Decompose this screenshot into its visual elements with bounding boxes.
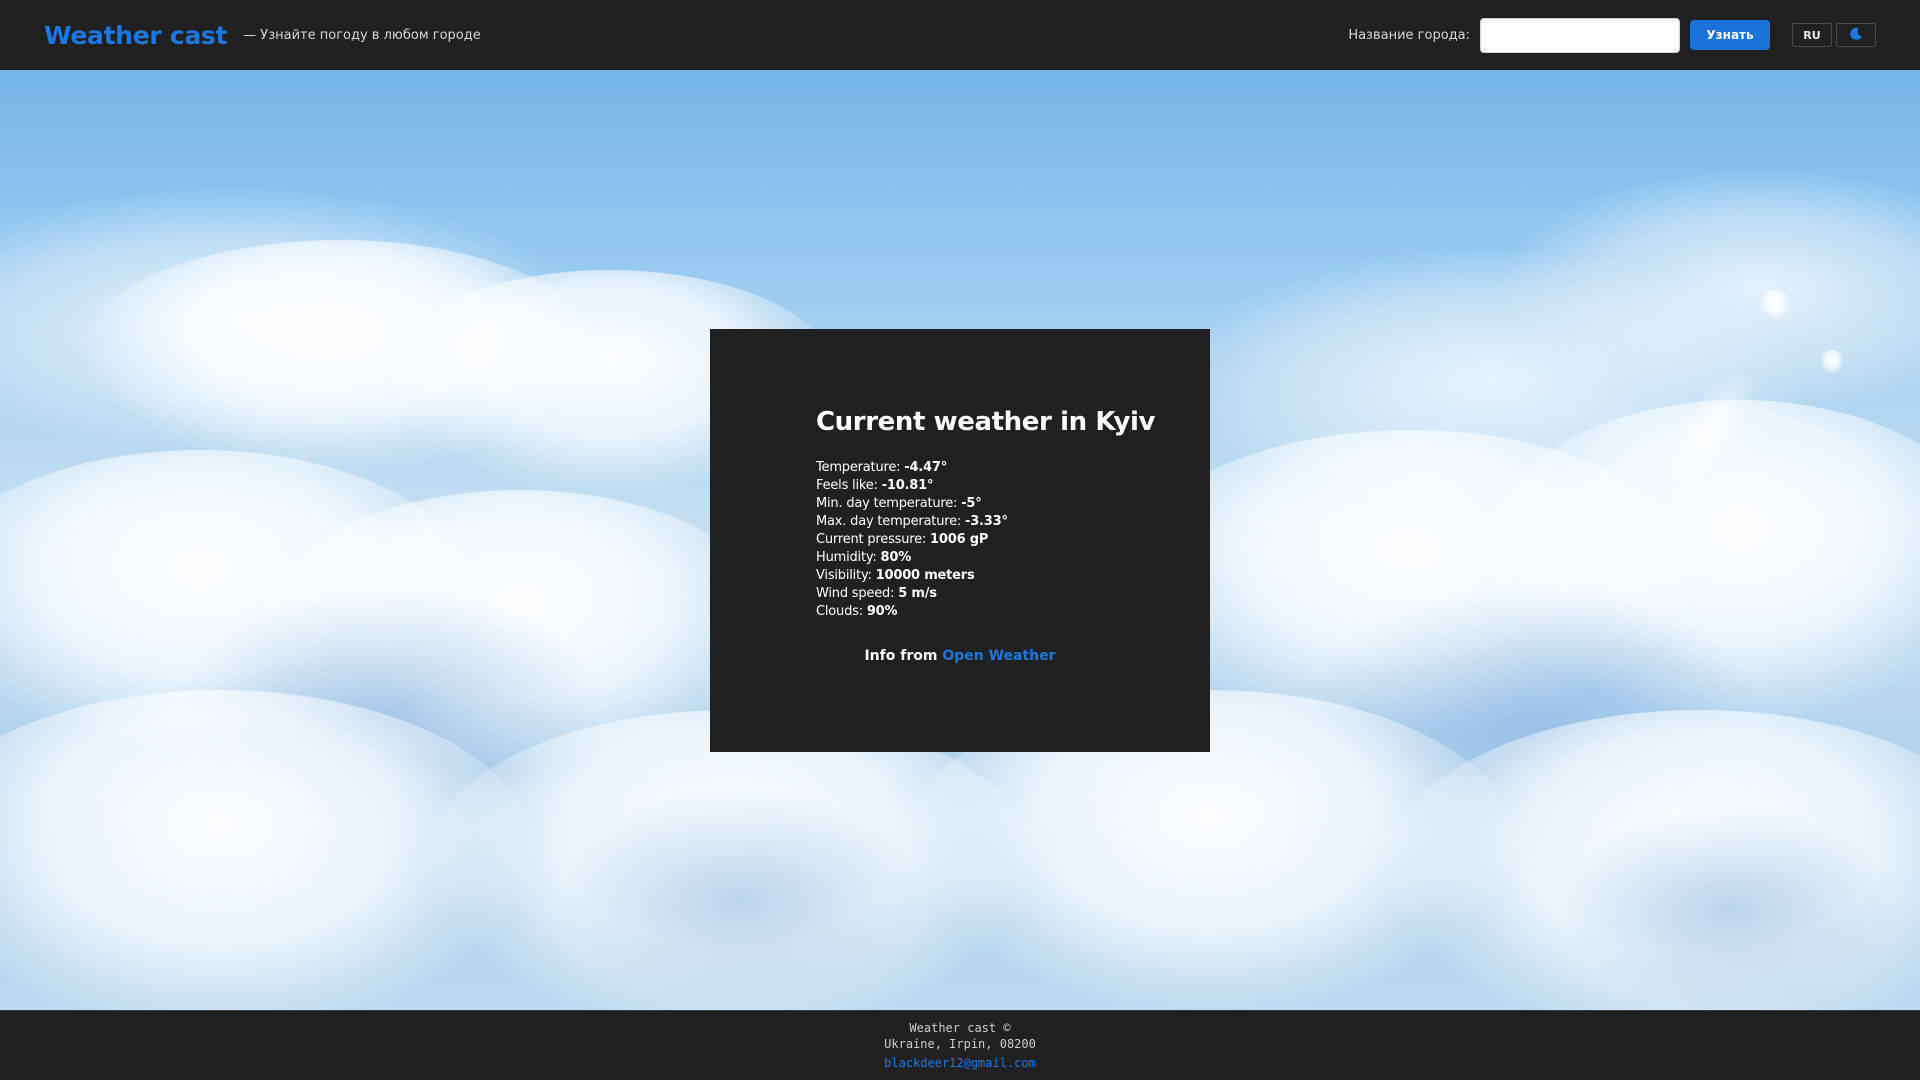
stat-value: 90% <box>866 604 898 619</box>
city-search-input[interactable] <box>1480 17 1680 53</box>
stat-max-temperature: Max. day temperature: -3.33° <box>816 513 1210 531</box>
open-weather-link[interactable]: Open Weather <box>942 648 1055 664</box>
top-navbar: Weather cast — Узнайте погоду в любом го… <box>0 0 1920 70</box>
stat-label: Humidity: <box>816 550 881 565</box>
stat-label: Min. day temperature: <box>816 496 962 511</box>
stat-humidity: Humidity: 80% <box>816 549 1210 567</box>
weather-card: Current weather in Kyiv Temperature: -4.… <box>710 329 1210 752</box>
stat-clouds: Clouds: 90% <box>816 603 1210 621</box>
stat-value: -4.47° <box>904 460 948 475</box>
data-source-line: Info from Open Weather <box>816 648 1104 664</box>
language-toggle-button[interactable]: RU <box>1792 23 1832 47</box>
stat-pressure: Current pressure: 1006 gP <box>816 531 1210 549</box>
stat-value: -10.81° <box>881 478 934 493</box>
stat-value: -5° <box>961 496 982 511</box>
stat-label: Visibility: <box>816 568 876 583</box>
stat-value: 1006 gP <box>930 532 989 547</box>
stat-label: Max. day temperature: <box>816 514 966 529</box>
stat-label: Temperature: <box>816 460 905 475</box>
moon-icon <box>1849 27 1863 44</box>
stat-feels-like: Feels like: -10.81° <box>816 477 1210 495</box>
stat-wind-speed: Wind speed: 5 m/s <box>816 585 1210 603</box>
tagline: — Узнайте погоду в любом городе <box>243 27 481 43</box>
footer-address: Ukraine, Irpin, 08200 <box>884 1037 1036 1051</box>
stat-temperature: Temperature: -4.47° <box>816 459 1210 477</box>
stat-value: -3.33° <box>965 514 1008 529</box>
stat-value: 80% <box>880 550 912 565</box>
weather-title: Current weather in Kyiv <box>816 407 1156 437</box>
stat-value: 10000 meters <box>875 568 975 583</box>
city-label: Название города: <box>1348 27 1470 43</box>
theme-toggle-button[interactable] <box>1836 23 1876 47</box>
stat-label: Wind speed: <box>816 586 899 601</box>
stat-label: Clouds: <box>816 604 867 619</box>
footer-copyright: Weather cast © <box>909 1021 1011 1035</box>
stat-visibility: Visibility: 10000 meters <box>816 567 1210 585</box>
weather-stats-list: Temperature: -4.47° Feels like: -10.81° … <box>816 459 1210 621</box>
brand-logo[interactable]: Weather cast <box>44 21 227 50</box>
source-prefix: Info from <box>864 648 943 664</box>
stat-min-temperature: Min. day temperature: -5° <box>816 495 1210 513</box>
footer-email-link[interactable]: blackdeer12@gmail.com <box>884 1056 1036 1070</box>
stat-label: Feels like: <box>816 478 882 493</box>
page-footer: Weather cast © Ukraine, Irpin, 08200 bla… <box>0 1010 1920 1080</box>
stat-value: 5 m/s <box>898 586 937 601</box>
submit-button[interactable]: Узнать <box>1690 20 1770 50</box>
stat-label: Current pressure: <box>816 532 931 547</box>
